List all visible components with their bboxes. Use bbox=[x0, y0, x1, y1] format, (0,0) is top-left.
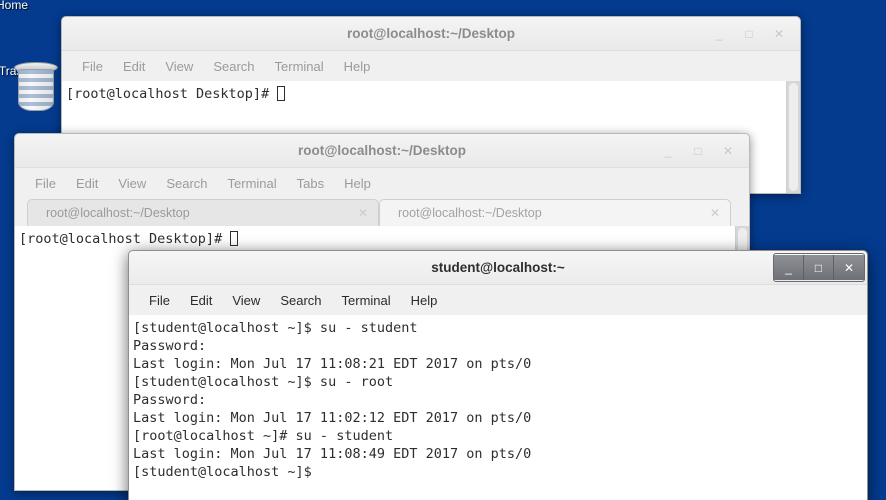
maximize-icon[interactable]: □ bbox=[734, 22, 764, 46]
window-controls[interactable]: _ □ ✕ bbox=[704, 17, 794, 50]
terminal-body[interactable]: [student@localhost ~]$ su - student Pass… bbox=[129, 315, 867, 500]
menu-edit[interactable]: Edit bbox=[117, 57, 151, 76]
terminal-line: [student@localhost ~]$ su - student bbox=[133, 320, 418, 336]
terminal-window-student[interactable]: student@localhost:~ _ □ ✕ File Edit View… bbox=[128, 250, 868, 500]
maximize-icon[interactable]: □ bbox=[683, 139, 713, 163]
menu-tabs[interactable]: Tabs bbox=[291, 174, 330, 193]
close-icon[interactable]: ✕ bbox=[713, 139, 743, 163]
desktop-icon-trash[interactable]: Trash bbox=[0, 62, 58, 111]
menu-edit[interactable]: Edit bbox=[184, 291, 218, 310]
window-title: root@localhost:~/Desktop bbox=[346, 26, 516, 41]
close-icon[interactable]: ✕ bbox=[764, 22, 794, 46]
terminal-tab-2-label: root@localhost:~/Desktop bbox=[398, 206, 542, 220]
menubar[interactable]: File Edit View Search Terminal Tabs Help bbox=[15, 168, 749, 198]
menu-file[interactable]: File bbox=[29, 174, 62, 193]
menu-help[interactable]: Help bbox=[405, 291, 444, 310]
menu-help[interactable]: Help bbox=[338, 57, 377, 76]
menu-help[interactable]: Help bbox=[338, 174, 377, 193]
scrollbar-thumb[interactable] bbox=[789, 83, 798, 191]
menu-file[interactable]: File bbox=[76, 57, 109, 76]
menu-view[interactable]: View bbox=[112, 174, 152, 193]
terminal-tab-1[interactable]: root@localhost:~/Desktop ✕ bbox=[27, 199, 379, 226]
menubar[interactable]: File Edit View Search Terminal Help bbox=[129, 285, 867, 315]
menu-file[interactable]: File bbox=[143, 291, 176, 310]
window-title: student@localhost:~ bbox=[431, 260, 565, 275]
terminal-tab-2[interactable]: root@localhost:~/Desktop ✕ bbox=[379, 199, 731, 226]
window-controls[interactable]: _ □ ✕ bbox=[773, 253, 865, 282]
terminal-tab-1-label: root@localhost:~/Desktop bbox=[46, 206, 190, 220]
close-icon[interactable]: ✕ bbox=[834, 255, 864, 280]
menu-search[interactable]: Search bbox=[160, 174, 213, 193]
menu-view[interactable]: View bbox=[226, 291, 266, 310]
desktop-icon-home[interactable]: Home bbox=[0, 0, 48, 12]
desktop[interactable]: Home Trash root@localhost:~/Desktop _ □ … bbox=[0, 0, 886, 500]
tab-bar[interactable]: root@localhost:~/Desktop ✕ root@localhos… bbox=[15, 198, 749, 226]
menu-edit[interactable]: Edit bbox=[70, 174, 104, 193]
terminal-line: Password: bbox=[133, 392, 207, 408]
terminal-line: Last login: Mon Jul 17 11:08:21 EDT 2017… bbox=[133, 356, 532, 372]
tab-close-icon[interactable]: ✕ bbox=[358, 206, 368, 220]
menubar[interactable]: File Edit View Search Terminal Help bbox=[62, 51, 800, 81]
menu-terminal[interactable]: Terminal bbox=[222, 174, 283, 193]
terminal-line: [student@localhost ~]$ bbox=[133, 464, 320, 480]
window-title: root@localhost:~/Desktop bbox=[297, 143, 467, 158]
maximize-icon[interactable]: □ bbox=[804, 255, 834, 280]
titlebar[interactable]: root@localhost:~/Desktop _ □ ✕ bbox=[15, 134, 749, 168]
terminal-line: [root@localhost Desktop]# bbox=[66, 86, 278, 102]
minimize-icon[interactable]: _ bbox=[774, 255, 804, 280]
menu-search[interactable]: Search bbox=[207, 57, 260, 76]
titlebar[interactable]: root@localhost:~/Desktop _ □ ✕ bbox=[62, 17, 800, 51]
terminal-output[interactable]: [student@localhost ~]$ su - student Pass… bbox=[129, 315, 867, 500]
terminal-cursor bbox=[230, 231, 239, 246]
terminal-line: Last login: Mon Jul 17 11:02:12 EDT 2017… bbox=[133, 410, 532, 426]
tab-close-icon[interactable]: ✕ bbox=[710, 206, 720, 220]
minimize-icon[interactable]: _ bbox=[653, 139, 683, 163]
terminal-scrollbar[interactable] bbox=[786, 81, 800, 193]
terminal-line: Last login: Mon Jul 17 11:08:49 EDT 2017… bbox=[133, 446, 532, 462]
menu-terminal[interactable]: Terminal bbox=[336, 291, 397, 310]
terminal-line: [root@localhost Desktop]# bbox=[19, 231, 231, 247]
menu-terminal[interactable]: Terminal bbox=[269, 57, 330, 76]
menu-view[interactable]: View bbox=[159, 57, 199, 76]
terminal-line: [root@localhost ~]# su - student bbox=[133, 428, 394, 444]
terminal-line: Password: bbox=[133, 338, 207, 354]
desktop-icon-home-label: Home bbox=[0, 0, 28, 12]
terminal-line: [student@localhost ~]$ su - root bbox=[133, 374, 394, 390]
terminal-cursor bbox=[277, 86, 286, 101]
window-controls[interactable]: _ □ ✕ bbox=[653, 134, 743, 167]
titlebar[interactable]: student@localhost:~ _ □ ✕ bbox=[129, 251, 867, 285]
minimize-icon[interactable]: _ bbox=[704, 22, 734, 46]
menu-search[interactable]: Search bbox=[274, 291, 327, 310]
